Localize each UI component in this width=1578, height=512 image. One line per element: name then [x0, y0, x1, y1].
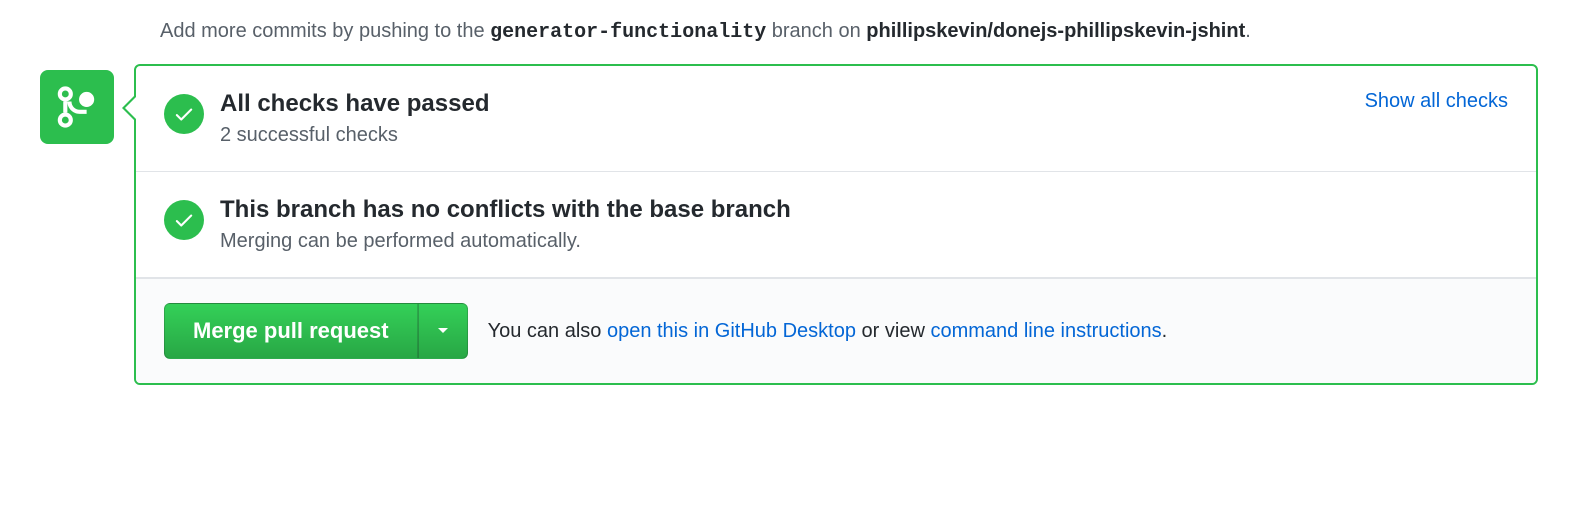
check-icon [173, 209, 195, 231]
caret-down-icon [437, 327, 449, 335]
open-desktop-link[interactable]: open this in GitHub Desktop [607, 320, 856, 342]
repo-name: phillipskevin/donejs-phillipskevin-jshin… [866, 20, 1245, 42]
success-check-circle [164, 94, 204, 134]
merge-status-badge [40, 70, 114, 144]
hint-middle: branch on [766, 20, 866, 42]
conflicts-status-section: This branch has no conflicts with the ba… [136, 172, 1536, 278]
checks-subtext: 2 successful checks [220, 124, 1349, 147]
help-prefix: You can also [488, 320, 607, 342]
checks-heading: All checks have passed [220, 90, 1349, 118]
branch-name: generator-functionality [490, 21, 766, 44]
success-check-circle [164, 200, 204, 240]
hint-prefix: Add more commits by pushing to the [160, 20, 490, 42]
conflicts-subtext: Merging can be performed automatically. [220, 230, 1508, 253]
checks-status-section: All checks have passed 2 successful chec… [136, 66, 1536, 172]
merge-options-dropdown-button[interactable] [418, 303, 468, 359]
merge-button-group: Merge pull request [164, 303, 468, 359]
command-line-link[interactable]: command line instructions [930, 320, 1161, 342]
merge-action-section: Merge pull request You can also open thi… [136, 278, 1536, 383]
merge-pull-request-button[interactable]: Merge pull request [164, 303, 418, 359]
show-all-checks-link[interactable]: Show all checks [1365, 90, 1508, 113]
push-hint-text: Add more commits by pushing to the gener… [160, 20, 1538, 44]
check-icon [173, 103, 195, 125]
conflicts-heading: This branch has no conflicts with the ba… [220, 196, 1508, 224]
merge-panel: All checks have passed 2 successful chec… [134, 64, 1538, 385]
git-merge-icon [55, 85, 99, 129]
help-suffix: . [1162, 320, 1168, 342]
help-middle: or view [856, 320, 930, 342]
hint-suffix: . [1245, 20, 1251, 42]
merge-help-text: You can also open this in GitHub Desktop… [488, 320, 1168, 343]
